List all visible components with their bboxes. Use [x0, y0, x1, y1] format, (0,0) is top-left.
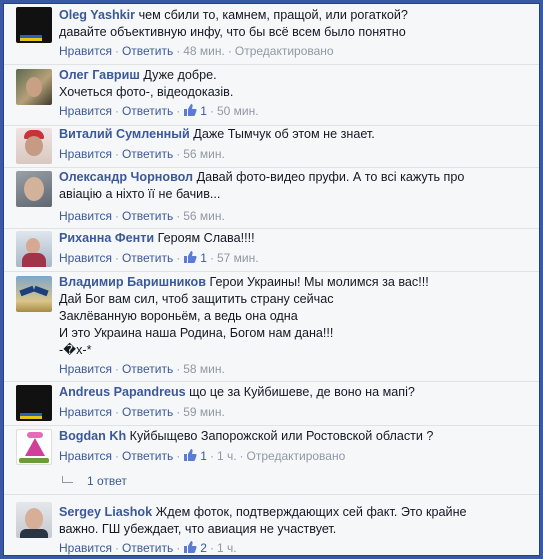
like-button[interactable]: Нравится	[59, 251, 112, 265]
comment-time[interactable]: 1 ч.	[217, 449, 237, 463]
person-avatar[interactable]	[16, 69, 52, 105]
comment-text: чем сбили то, камнем, пращой, или рогатк…	[138, 8, 408, 22]
comment-text: -�х-*	[59, 343, 92, 357]
person-avatar[interactable]	[16, 231, 52, 267]
thumbs-up-icon	[184, 251, 197, 263]
comment-author[interactable]: Владимир Баришников	[59, 275, 206, 289]
eagle-avatar[interactable]	[16, 276, 52, 312]
comment-time[interactable]: 48 мин.	[183, 44, 225, 58]
comment-author[interactable]: Риханна Фенти	[59, 231, 154, 245]
reply-button[interactable]: Ответить	[122, 362, 173, 376]
comment-author[interactable]: Oleg Yashkir	[59, 8, 135, 22]
thumbs-up-icon	[184, 104, 197, 116]
comment-time[interactable]: 59 мин.	[183, 405, 225, 419]
reply-arrow-icon	[62, 476, 73, 483]
thumbs-up-icon	[184, 449, 197, 461]
comment-text: авіацію а ніхто її не бачив...	[59, 187, 221, 201]
comment-text: важно. ГШ убеждает, что авиация не участ…	[59, 522, 337, 536]
person-avatar[interactable]	[16, 502, 52, 538]
comment-time[interactable]: 56 мин.	[183, 147, 225, 161]
comment-author[interactable]: Bogdan Kh	[59, 429, 126, 443]
like-count[interactable]: 1	[183, 449, 207, 463]
reply-button[interactable]: Ответить	[122, 251, 173, 265]
comment-text: Давай фото-видео пруфи. А то всі кажуть …	[196, 170, 465, 184]
comment-time[interactable]: 58 мин.	[183, 362, 225, 376]
like-count[interactable]: 1	[183, 251, 207, 265]
comment-time[interactable]: 56 мин.	[183, 209, 225, 223]
comment-text: Ждем фоток, подтверждающих сей факт. Это…	[155, 505, 467, 519]
comment-text: Хочеться фото-, відеодоказів.	[59, 85, 234, 99]
comment-author[interactable]: Олександр Чорновол	[59, 170, 193, 184]
comment-time[interactable]: 1 ч.	[217, 541, 237, 555]
reply-button[interactable]: Ответить	[122, 449, 173, 463]
comment-text: давайте объективную инфу, что бы всё все…	[59, 25, 406, 39]
comment-time[interactable]: 57 мин.	[217, 251, 259, 265]
person-avatar[interactable]	[16, 171, 52, 207]
like-button[interactable]: Нравится	[59, 405, 112, 419]
like-button[interactable]: Нравится	[59, 362, 112, 376]
comment-time[interactable]: 50 мин.	[217, 104, 259, 118]
view-replies-link[interactable]: 1 ответ	[62, 474, 127, 488]
reply-button[interactable]: Ответить	[122, 541, 173, 555]
like-button[interactable]: Нравится	[59, 449, 112, 463]
edited-label[interactable]: Отредактировано	[247, 449, 346, 463]
edited-label[interactable]: Отредактировано	[235, 44, 334, 58]
comment-text: що це за Куйбишеве, де воно на мапі?	[189, 385, 415, 399]
comment-text: Заклёванную вороньём, а ведь она одна	[59, 309, 298, 323]
comment-text: Дуже добре.	[143, 68, 217, 82]
comment-text: Герои Украины! Мы молимся за вас!!!	[209, 275, 429, 289]
comment-author[interactable]: Sergey Liashok	[59, 505, 152, 519]
comment-author[interactable]: Виталий Сумленный	[59, 127, 190, 141]
comment-author[interactable]: Олег Гавриш	[59, 68, 140, 82]
comment-text: Героям Слава!!!!	[157, 231, 255, 245]
comment-author[interactable]: Andreus Papandreus	[59, 385, 186, 399]
like-button[interactable]: Нравится	[59, 209, 112, 223]
comment-text: Дай Бог вам сил, чтоб защитить страну се…	[59, 292, 334, 306]
like-button[interactable]: Нравится	[59, 147, 112, 161]
reply-button[interactable]: Ответить	[122, 147, 173, 161]
reply-button[interactable]: Ответить	[122, 405, 173, 419]
comment-text: Куйбыщево Запорожской или Ростовской обл…	[129, 429, 434, 443]
person-avatar[interactable]	[16, 128, 52, 164]
like-button[interactable]: Нравится	[59, 541, 112, 555]
comment-text: И это Украина наша Родина, Богом нам дан…	[59, 326, 334, 340]
flag-avatar[interactable]	[16, 385, 52, 421]
comments-panel: Oleg Yashkir чем сбили то, камнем, пращо…	[3, 3, 540, 556]
like-count[interactable]: 2	[183, 541, 207, 555]
like-button[interactable]: Нравится	[59, 104, 112, 118]
like-button[interactable]: Нравится	[59, 44, 112, 58]
thumbs-up-icon	[184, 541, 197, 553]
pink-logo-avatar[interactable]	[16, 429, 52, 465]
reply-button[interactable]: Ответить	[122, 44, 173, 58]
flag-avatar[interactable]	[16, 7, 52, 43]
reply-button[interactable]: Ответить	[122, 209, 173, 223]
comment-text: Даже Тымчук об этом не знает.	[193, 127, 375, 141]
like-count[interactable]: 1	[183, 104, 207, 118]
reply-button[interactable]: Ответить	[122, 104, 173, 118]
